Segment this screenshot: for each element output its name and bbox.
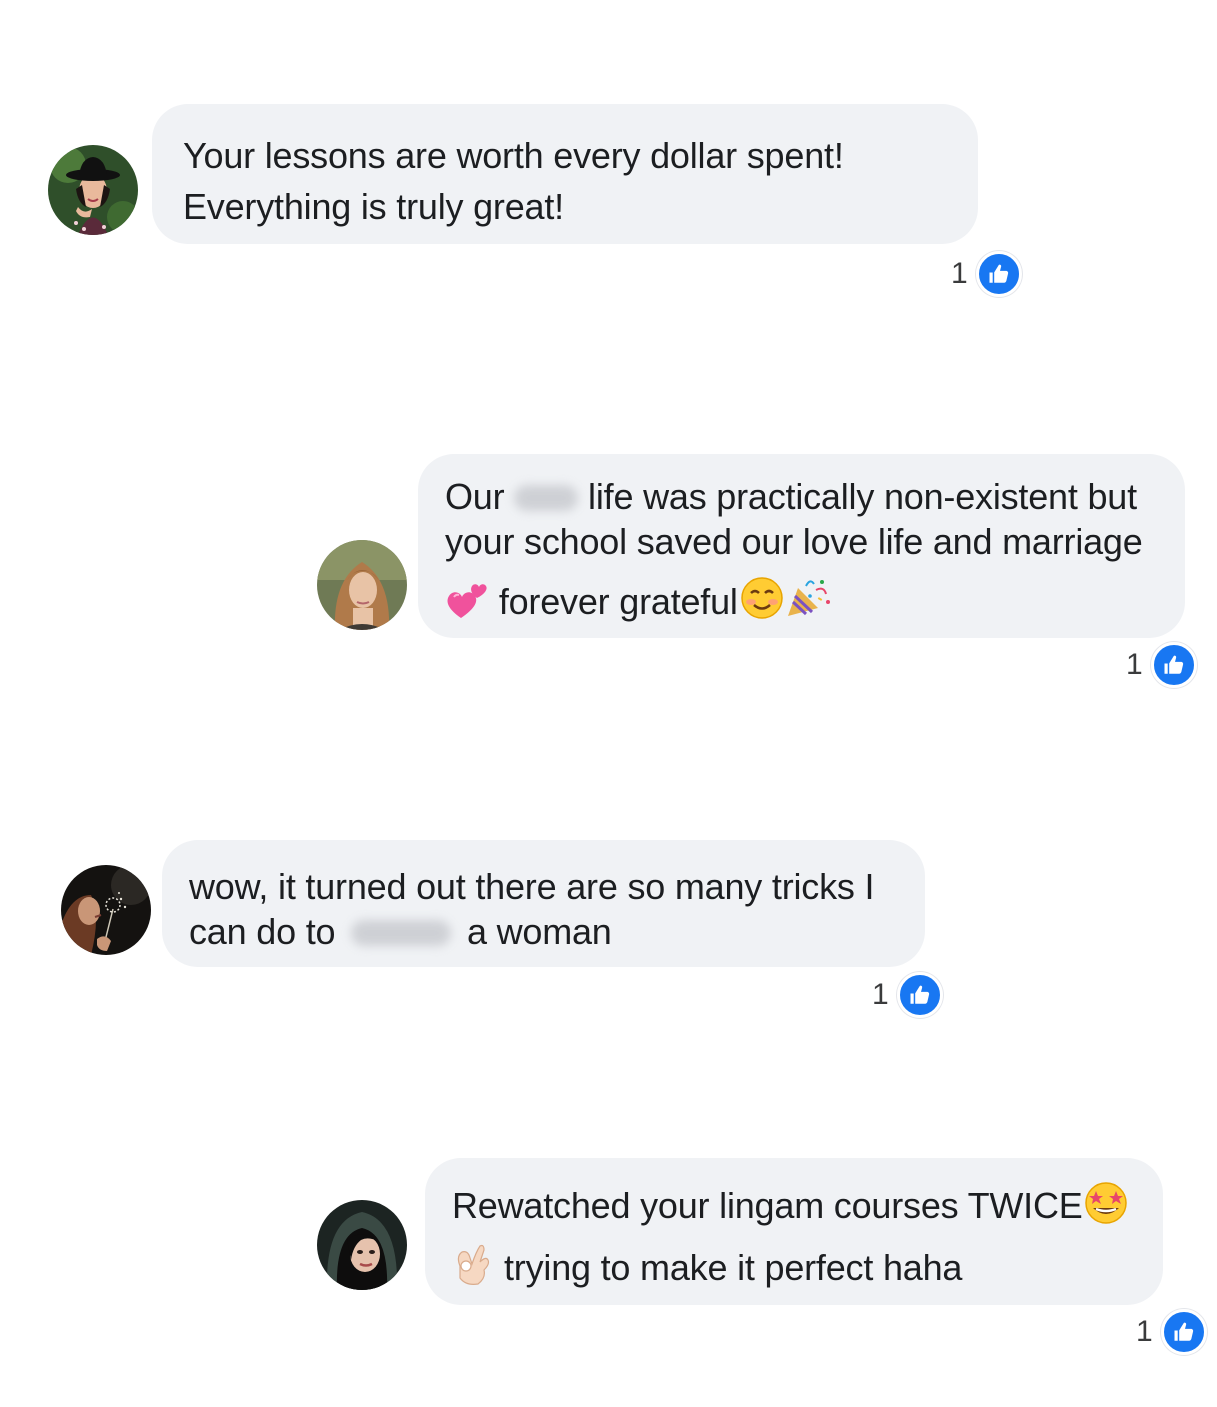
reaction-summary[interactable]: 1 (1126, 642, 1197, 688)
reaction-count: 1 (1126, 648, 1143, 681)
reaction-summary[interactable]: 1 (872, 972, 943, 1018)
like-icon (975, 251, 1022, 297)
avatar[interactable] (61, 865, 151, 955)
comment-text-line: your school saved our love life and marr… (445, 521, 1143, 562)
comment-text-line: Your lessons are worth every dollar spen… (183, 135, 844, 176)
reaction-count: 1 (1136, 1315, 1153, 1348)
star-struck-emoji-icon (1083, 1180, 1129, 1224)
comment-text-start: can do to (189, 911, 336, 952)
party-popper-emoji-icon (784, 576, 832, 620)
comment-bubble: Rewatched your lingam courses TWICE tryi… (425, 1158, 1163, 1305)
avatar-woman-light-hair-icon (317, 540, 407, 630)
comment-text-line: Rewatched your lingam courses TWICE (452, 1185, 1083, 1226)
reaction-summary[interactable]: 1 (951, 251, 1022, 297)
avatar[interactable] (317, 540, 407, 630)
ok-hand-emoji-icon (452, 1242, 492, 1286)
avatar[interactable] (48, 145, 138, 235)
redacted-word (514, 485, 579, 511)
reaction-summary[interactable]: 1 (1136, 1309, 1207, 1355)
comment-text-line: trying to make it perfect haha (504, 1247, 963, 1288)
redacted-word (351, 920, 452, 946)
comment-text-line: wow, it turned out there are so many tri… (189, 866, 875, 907)
comment-text-line: Everything is truly great! (183, 186, 564, 227)
two-hearts-emoji-icon (445, 580, 489, 620)
comment-text-start: Our (445, 476, 505, 517)
comment-text-line: forever grateful (498, 581, 738, 622)
smiling-face-emoji-icon (740, 576, 784, 620)
comment-bubble: Your lessons are worth every dollar spen… (152, 104, 978, 244)
avatar-woman-hood-icon (317, 1200, 407, 1290)
avatar[interactable] (317, 1200, 407, 1290)
avatar-woman-black-hat-icon (48, 145, 138, 235)
like-icon (896, 972, 943, 1018)
like-icon (1160, 1309, 1207, 1355)
comment-text-end: a woman (466, 911, 612, 952)
avatar-woman-dandelion-icon (61, 865, 151, 955)
like-icon (1150, 642, 1197, 688)
comment-text-end: life was practically non-existent but (588, 476, 1137, 517)
comment-bubble: wow, it turned out there are so many tri… (162, 840, 925, 967)
comment-bubble: Our life was practically non-existent bu… (418, 454, 1185, 638)
reaction-count: 1 (951, 257, 968, 290)
reaction-count: 1 (872, 978, 889, 1011)
